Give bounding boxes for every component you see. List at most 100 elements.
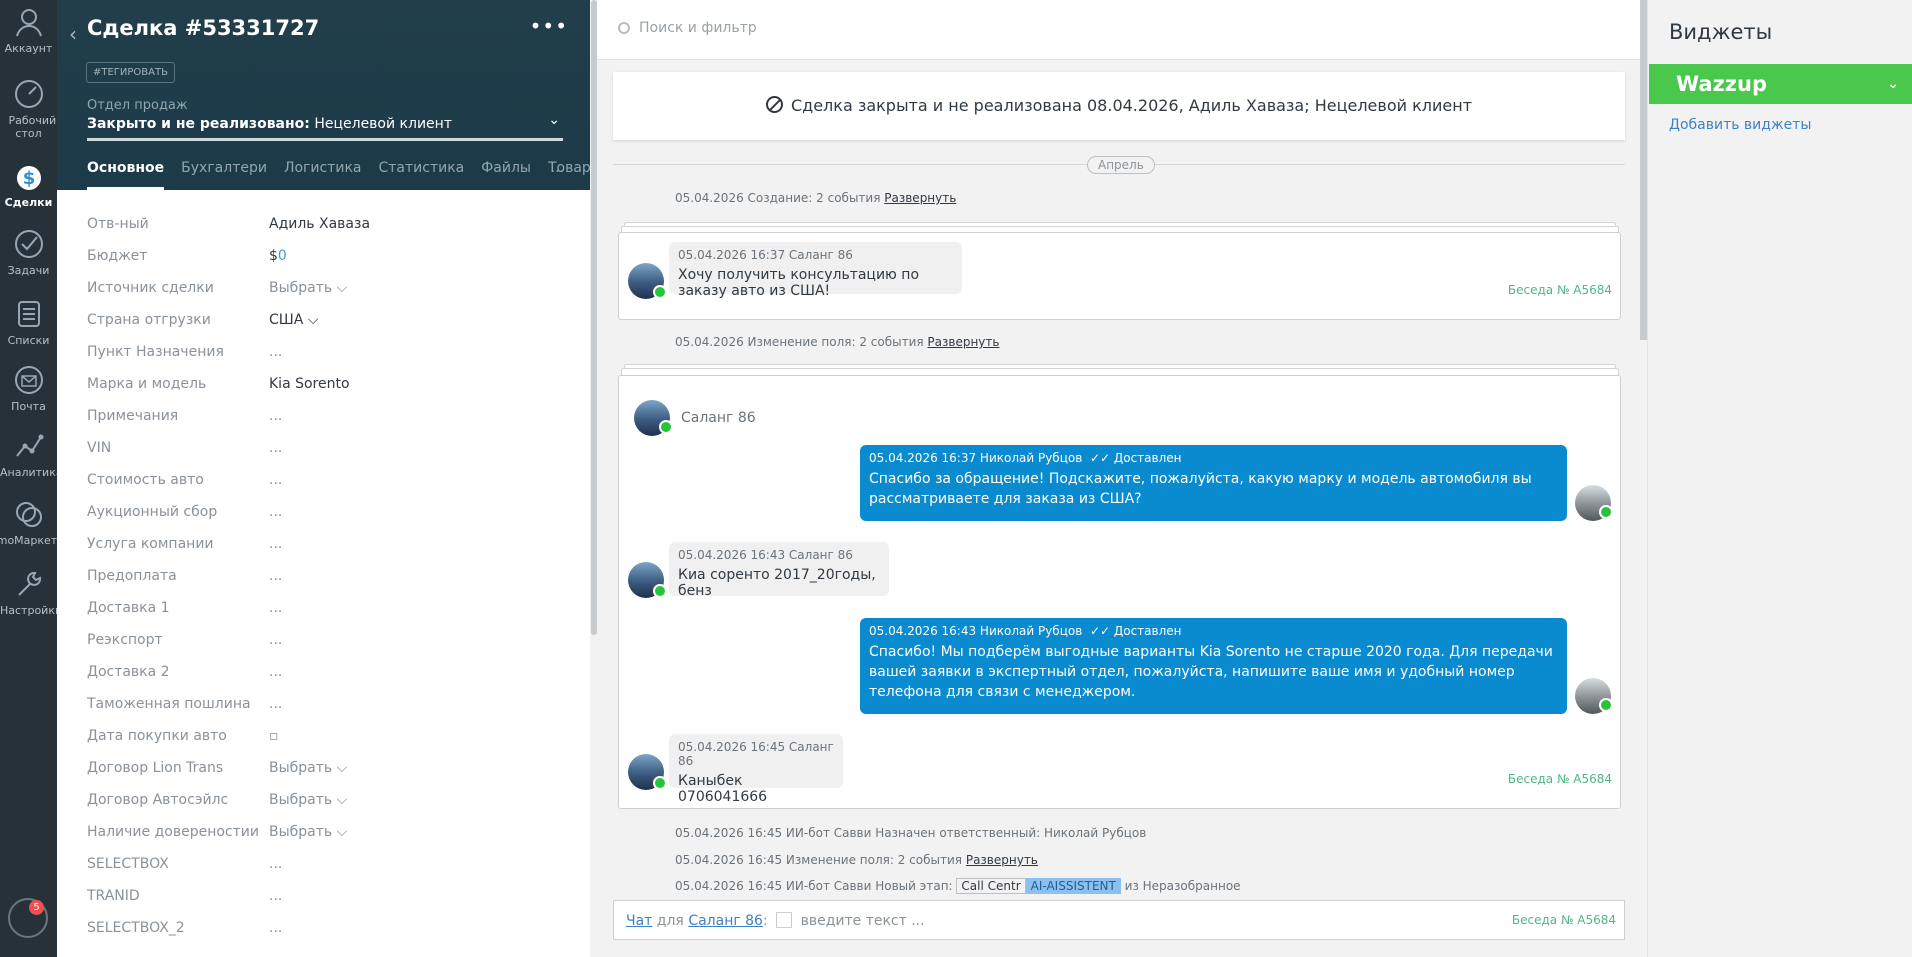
more-options-icon[interactable]: ••• (530, 14, 568, 38)
chevron-down-icon: ⌄ (1887, 76, 1899, 92)
field-value-text: ... (269, 696, 283, 712)
tag-button[interactable]: #ТЕГИРОВАТЬ (86, 62, 175, 83)
chat-composer-left: Чат для Саланг 86: введите текст ... (626, 912, 925, 929)
back-arrow-icon[interactable]: ‹ (69, 22, 77, 46)
feed-scrollbar[interactable] (1640, 0, 1647, 340)
field-label: Марка и модель (87, 376, 207, 392)
tab-files[interactable]: Файлы (481, 160, 531, 190)
activity-feed: Поиск и фильтр Сделка закрыта и не реали… (597, 0, 1647, 957)
wazzup-label: Wazzup (1676, 72, 1768, 96)
chat-recipient-link[interactable]: Саланг 86 (688, 913, 763, 929)
message-group: Саланг 86 05.04.2026 16:37 Николай Рубцо… (618, 375, 1621, 809)
field-row: Договор Lion Trans Выбрать ⌵ (87, 752, 567, 784)
field-value-text: Выбрать ⌵ (269, 760, 348, 776)
field-row: Таможенная пошлина... (87, 688, 567, 720)
wazzup-widget[interactable]: Wazzup ⌄ (1649, 64, 1912, 104)
tabs-more-icon[interactable]: ... (551, 160, 564, 176)
field-row: VIN... (87, 432, 567, 464)
deal-fields: Отв-ный Адиль Хаваза Бюджет $0 Источник сдел… (87, 208, 567, 944)
field-value[interactable]: Выбрать ⌵ (269, 824, 347, 840)
expand-link[interactable]: Развернуть (927, 335, 999, 349)
event-text: 05.04.2026 Изменение поля: 2 события (675, 335, 924, 349)
field-value[interactable]: ... (269, 440, 282, 456)
message-group: 05.04.2026 16:37 Саланг 86 Хочу получить… (618, 232, 1621, 320)
field-value-text: ... (269, 536, 283, 552)
tab-accounting[interactable]: Бухгалтери (181, 160, 267, 190)
chat-type-link[interactable]: Чат (626, 913, 652, 929)
field-value[interactable]: ... (269, 888, 282, 904)
whatsapp-icon (653, 776, 667, 790)
system-event: 05.04.2026 16:45 ИИ-бот Савви Новый этап… (675, 878, 1241, 894)
search-input[interactable]: Поиск и фильтр (639, 20, 757, 36)
nav-tasks[interactable]: Задачи (0, 228, 57, 277)
nav-settings[interactable]: Настройки (0, 568, 62, 617)
field-label: SELECTBOX (87, 856, 169, 872)
pipeline-status[interactable]: Закрыто и не реализовано: Нецелевой клие… (87, 116, 452, 132)
field-value[interactable]: ... (269, 600, 282, 616)
chevron-down-icon[interactable]: ⌄ (548, 112, 560, 128)
conversation-link[interactable]: Беседа № A5684 (1508, 772, 1612, 786)
nav-deals[interactable]: $ Сделки (0, 160, 57, 209)
field-label: Услуга компании (87, 536, 214, 552)
field-label: Пункт Назначения (87, 344, 224, 360)
nav-label: Сделки (4, 196, 53, 209)
add-widgets-link[interactable]: Добавить виджеты (1669, 117, 1811, 133)
dollar-icon: $ (16, 166, 41, 190)
field-value[interactable]: ... (269, 504, 282, 520)
tab-logistics[interactable]: Логистика (284, 160, 362, 190)
prohibited-icon (765, 96, 783, 113)
field-value[interactable]: ... (269, 696, 282, 712)
field-value-text: ... (269, 856, 283, 872)
nav-dashboard[interactable]: Рабочий стол (0, 78, 57, 140)
nav-analytics[interactable]: Аналитика (0, 430, 63, 479)
nav-lists[interactable]: Списки (0, 298, 57, 347)
nav-label: amoМаркет (0, 534, 58, 547)
nav-mail[interactable]: Почта (0, 364, 57, 413)
field-value[interactable]: ... (269, 856, 282, 872)
field-label: Страна отгрузки (87, 312, 211, 328)
field-value-text: ... (269, 600, 283, 616)
field-value-text: ... (269, 408, 283, 424)
nav-account[interactable]: Аккаунт (0, 6, 57, 55)
nav-market[interactable]: amoМаркет (0, 498, 57, 547)
field-value[interactable]: ... (269, 536, 282, 552)
field-row: Реэкспорт... (87, 624, 567, 656)
field-value[interactable]: $0 (269, 248, 287, 264)
message-meta: 05.04.2026 16:45 Саланг 86 (678, 740, 834, 768)
field-value[interactable]: ... (269, 472, 282, 488)
field-value[interactable]: Выбрать ⌵ (269, 280, 347, 296)
field-value[interactable]: Выбрать ⌵ (269, 760, 347, 776)
field-label: Доставка 2 (87, 664, 170, 680)
left-navigation: Аккаунт Рабочий стол $ Сделки Задачи Спи… (0, 0, 63, 957)
field-row: Аукционный сбор... (87, 496, 567, 528)
conversation-link[interactable]: Беседа № A5684 (1508, 283, 1612, 297)
field-value[interactable]: ... (269, 408, 282, 424)
field-label: Наличие довереностии (87, 824, 259, 840)
list-icon (17, 301, 40, 327)
field-row: Марка и модель Kia Sorento (87, 368, 567, 400)
field-value[interactable]: ... (269, 344, 282, 360)
card-tabs: Основное Бухгалтери Логистика Статистика… (87, 160, 619, 190)
expand-link[interactable]: Развернуть (884, 191, 956, 205)
field-value[interactable]: ... (269, 632, 282, 648)
field-value[interactable]: ... (269, 568, 282, 584)
widgets-panel: Виджеты Wazzup ⌄ Добавить виджеты (1647, 0, 1912, 957)
tab-statistics[interactable]: Статистика (379, 160, 465, 190)
field-value[interactable]: Адиль Хаваза (269, 216, 370, 232)
field-value[interactable]: США ⌵ (269, 312, 318, 328)
chat-input[interactable]: введите текст ... (801, 913, 925, 929)
delivered-status: ✓✓ Доставлен (1089, 451, 1182, 465)
field-value[interactable]: ... (269, 920, 282, 936)
field-value-text: Выбрать ⌵ (269, 280, 348, 296)
contact-name[interactable]: Саланг 86 (681, 410, 756, 426)
field-value[interactable]: Выбрать ⌵ (269, 792, 347, 808)
field-value[interactable]: ... (269, 664, 282, 680)
field-row: Доставка 1... (87, 592, 567, 624)
tab-main[interactable]: Основное (87, 160, 165, 190)
field-value[interactable]: ▫ (269, 728, 279, 744)
search-bar[interactable]: Поиск и фильтр (597, 0, 1641, 60)
template-select[interactable] (776, 912, 793, 928)
expand-link[interactable]: Развернуть (966, 853, 1038, 867)
field-value[interactable]: Kia Sorento (269, 376, 350, 392)
conversation-link[interactable]: Беседа № A5684 (1512, 913, 1616, 927)
